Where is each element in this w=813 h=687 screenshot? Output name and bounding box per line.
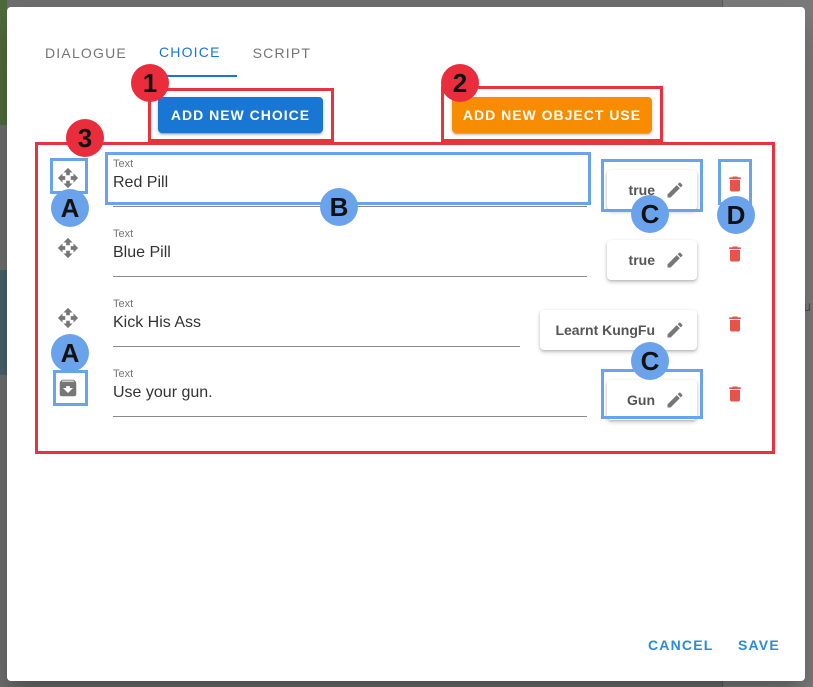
background-strip xyxy=(0,0,7,125)
annotation-badge-a: A xyxy=(51,189,89,227)
annotation-badge-2: 2 xyxy=(441,64,479,102)
cancel-button[interactable]: CANCEL xyxy=(648,637,714,653)
tab-script[interactable]: SCRIPT xyxy=(237,29,328,77)
choice-dialog: DIALOGUE CHOICE SCRIPT ADD NEW CHOICE AD… xyxy=(7,7,805,681)
annotation-badge-a: A xyxy=(51,334,89,372)
annotation-badge-1: 1 xyxy=(131,64,169,102)
tab-bar: DIALOGUE CHOICE SCRIPT xyxy=(29,29,327,77)
annotation-box-a xyxy=(53,370,88,406)
background-strip xyxy=(0,270,7,375)
annotation-badge-b: B xyxy=(320,188,358,226)
annotation-badge-c: C xyxy=(631,195,669,233)
tab-dialogue[interactable]: DIALOGUE xyxy=(29,29,143,77)
annotation-badge-d: D xyxy=(717,196,755,234)
annotation-box-1 xyxy=(148,88,334,142)
annotation-badge-c: C xyxy=(631,342,669,380)
save-button[interactable]: SAVE xyxy=(738,637,780,653)
annotation-badge-3: 3 xyxy=(66,119,104,157)
